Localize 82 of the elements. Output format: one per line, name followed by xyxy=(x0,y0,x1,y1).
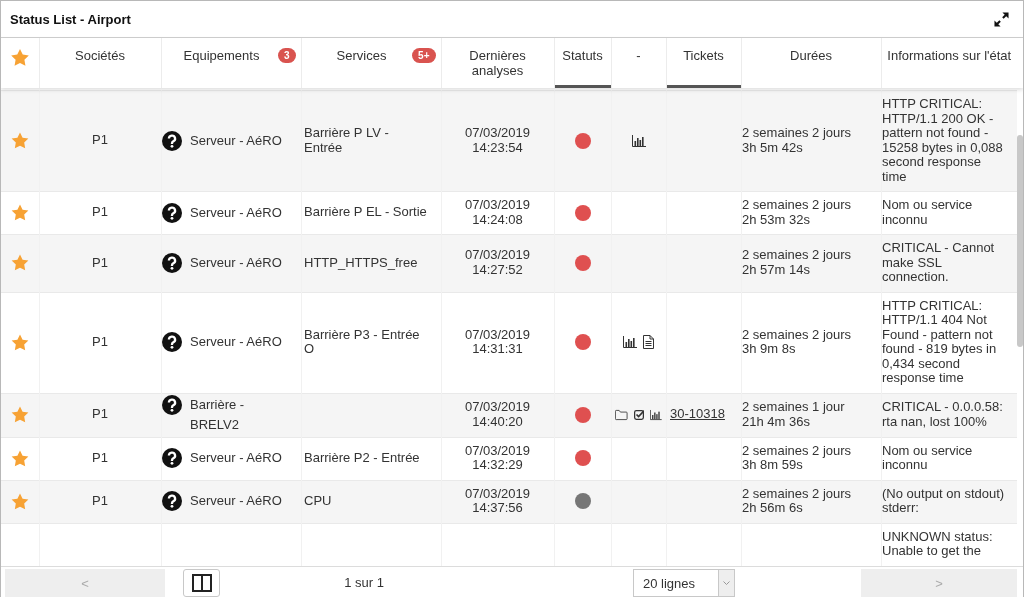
star-icon[interactable] xyxy=(11,333,29,351)
star-icon[interactable] xyxy=(11,254,29,272)
status-info-text: CRITICAL - 0.0.0.58: rta nan, lost 100% xyxy=(882,399,1003,429)
company-name: P1 xyxy=(92,254,108,270)
column-header[interactable]: Tickets xyxy=(666,38,741,88)
status-info-text: Nom ou service inconnu xyxy=(882,197,973,227)
question-circle-icon xyxy=(162,130,182,151)
last-check-time: 07/03/2019 14:27:52 xyxy=(464,247,531,277)
status-info-text: HTTP CRITICAL: HTTP/1.1 404 Not Found - pattern not found - 819 bytes in 0,434 second response time xyxy=(882,297,997,385)
status-info-text: HTTP CRITICAL: HTTP/1.1 200 OK - pattern not found - 15258 bytes in 0,088 second response time xyxy=(882,96,1003,184)
company-name: P1 xyxy=(92,204,108,220)
document-icon[interactable] xyxy=(643,335,654,349)
last-check-time: 07/03/2019 14:40:20 xyxy=(464,399,531,429)
company-name: P1 xyxy=(92,449,108,465)
expand-icon[interactable] xyxy=(994,11,1009,27)
duration-text: 2 semaines 2 jours 3h 5m 42s xyxy=(742,125,852,155)
count-badge: 3 xyxy=(277,48,296,63)
company-name: P1 xyxy=(92,132,108,148)
chevron-down-icon xyxy=(718,570,734,596)
status-info-text: Nom ou service inconnu xyxy=(882,442,973,472)
bar-chart-icon[interactable] xyxy=(650,408,662,421)
columns-icon xyxy=(191,574,212,592)
ticket-link[interactable]: 30-10318 xyxy=(670,406,725,422)
question-circle-icon xyxy=(162,252,182,273)
column-header[interactable]: Services 5+ xyxy=(301,38,441,88)
equipment-name: Serveur - AéRO xyxy=(190,333,282,351)
question-circle-icon xyxy=(162,448,182,468)
star-icon[interactable] xyxy=(11,204,29,221)
column-header[interactable]: Statuts xyxy=(554,38,611,88)
bar-chart-icon[interactable] xyxy=(623,336,637,348)
last-check-time: 07/03/2019 14:23:54 xyxy=(464,125,531,155)
page-size-select[interactable]: 20 lignes xyxy=(633,569,735,597)
question-circle-icon xyxy=(162,491,182,511)
equipment-name: Serveur - AéRO xyxy=(190,203,282,222)
last-check-time: 07/03/2019 14:32:29 xyxy=(464,442,531,472)
folder-icon[interactable] xyxy=(615,408,628,421)
duration-text: 2 semaines 2 jours 2h 56m 6s xyxy=(742,485,852,515)
bar-chart-icon[interactable] xyxy=(631,134,646,147)
column-header[interactable]: - xyxy=(611,38,666,88)
status-info-text: UNKNOWN status: Unable to get the xyxy=(882,528,993,558)
column-header[interactable]: Dernières analyses xyxy=(441,38,554,88)
service-name: Barrière P2 - Entrée xyxy=(304,449,420,465)
last-check-time: 07/03/2019 14:31:31 xyxy=(464,326,531,356)
star-icon[interactable] xyxy=(11,132,29,149)
scrollbar-thumb[interactable] xyxy=(1017,135,1023,347)
status-info-text: CRITICAL - Cannot make SSL connection. xyxy=(882,240,995,284)
page-indicator: 1 sur 1 xyxy=(344,575,384,590)
question-circle-icon xyxy=(162,332,182,352)
service-name: Barrière P EL - Sortie xyxy=(304,204,427,220)
company-name: P1 xyxy=(92,333,108,349)
checked-box-icon[interactable] xyxy=(633,408,645,421)
company-name: P1 xyxy=(92,492,108,508)
equipment-name: Serveur - AéRO xyxy=(190,449,282,467)
last-check-time: 07/03/2019 14:24:08 xyxy=(464,197,531,227)
star-icon[interactable] xyxy=(10,49,29,66)
column-header[interactable]: Sociétés xyxy=(39,38,161,88)
star-icon[interactable] xyxy=(11,449,29,467)
service-name: Barrière P LV - Entrée xyxy=(304,125,389,155)
service-name: HTTP_HTTPS_free xyxy=(304,254,418,270)
star-icon[interactable] xyxy=(11,492,29,510)
equipment-name: Barrière - BRELV2 xyxy=(190,395,246,434)
duration-text: 2 semaines 2 jours 3h 8m 59s xyxy=(742,442,852,472)
column-header[interactable]: Informations sur l'état xyxy=(881,38,1017,88)
window-title: Status List - Airport xyxy=(10,11,131,27)
count-badge: 5+ xyxy=(412,48,436,63)
duration-text: 2 semaines 1 jour 21h 4m 36s xyxy=(742,399,845,429)
column-header[interactable]: Durées xyxy=(741,38,881,88)
equipment-name: Serveur - AéRO xyxy=(190,492,282,510)
column-header[interactable]: Equipements 3 xyxy=(161,38,301,88)
duration-text: 2 semaines 2 jours 2h 53m 32s xyxy=(742,197,852,227)
status-info-text: (No output on stdout) stderr: xyxy=(882,485,1005,515)
service-name: CPU xyxy=(304,492,332,508)
last-check-time: 07/03/2019 14:37:56 xyxy=(464,485,531,515)
equipment-name: Serveur - AéRO xyxy=(190,131,282,150)
star-icon[interactable] xyxy=(11,406,29,423)
column-toggle-button[interactable] xyxy=(183,569,220,597)
equipment-name: Serveur - AéRO xyxy=(190,253,282,272)
company-name: P1 xyxy=(92,406,108,422)
duration-text: 2 semaines 2 jours 3h 9m 8s xyxy=(742,326,852,356)
service-name: Barrière P3 - Entrée O xyxy=(304,326,420,356)
duration-text: 2 semaines 2 jours 2h 57m 14s xyxy=(742,247,852,277)
question-circle-icon xyxy=(162,202,182,223)
